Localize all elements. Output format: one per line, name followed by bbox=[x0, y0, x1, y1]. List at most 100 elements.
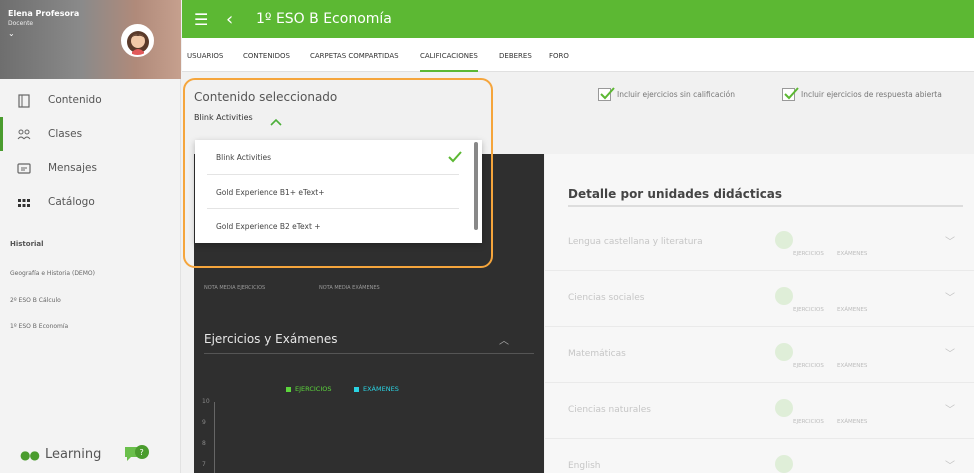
svg-text:?: ? bbox=[140, 448, 144, 457]
chevron-down-icon[interactable]: ⌄ bbox=[8, 29, 15, 38]
exams-label: EXÁMENES bbox=[837, 363, 868, 369]
exercises-label: EJERCICIOS bbox=[793, 307, 824, 313]
people-icon bbox=[17, 127, 31, 141]
course-title: 1º ESO B Economía bbox=[256, 11, 392, 27]
history-title: Historial bbox=[10, 240, 44, 248]
chevron-down-icon[interactable]: ﹀ bbox=[945, 401, 955, 416]
checkbox-icon bbox=[598, 87, 615, 101]
status-dot bbox=[775, 399, 793, 417]
exams-label: EXÁMENES bbox=[837, 419, 868, 425]
book-icon bbox=[17, 93, 31, 108]
unit-name: Matemáticas bbox=[568, 349, 626, 359]
y-tick: 8 bbox=[202, 440, 206, 447]
unit-name: English bbox=[568, 461, 601, 471]
sidebar-item-label: Contenido bbox=[48, 94, 102, 106]
include-open-checkbox[interactable]: Incluir ejercicios de respuesta abierta bbox=[782, 87, 942, 101]
chevron-down-icon[interactable]: ﹀ bbox=[945, 457, 955, 472]
chart-title: Ejercicios y Exámenes bbox=[204, 332, 338, 346]
unit-row[interactable]: Matemáticas EJERCICIOS EXÁMENES ﹀ bbox=[545, 327, 974, 383]
legend-swatch bbox=[354, 386, 359, 392]
dropdown-option[interactable]: Gold Experience B1+ eText+ bbox=[195, 175, 465, 209]
exercises-label: EJERCICIOS bbox=[793, 419, 824, 425]
history-item[interactable]: Geografía e Historia (DEMO) bbox=[10, 270, 95, 277]
menu-icon[interactable]: ☰ bbox=[194, 10, 212, 29]
top-bar: ☰ ‹ 1º ESO B Economía bbox=[182, 0, 974, 38]
history-item[interactable]: 2º ESO B Cálculo bbox=[10, 297, 61, 304]
user-name: Elena Profesora bbox=[8, 9, 80, 18]
divider bbox=[204, 353, 534, 354]
legend-label: EJERCICIOS bbox=[295, 385, 332, 393]
status-dot bbox=[775, 287, 793, 305]
chat-icon[interactable]: ? bbox=[122, 444, 150, 466]
chevron-down-icon[interactable]: ﹀ bbox=[945, 233, 955, 248]
include-ungraded-checkbox[interactable]: Incluir ejercicios sin calificación bbox=[598, 87, 736, 101]
tab-contenidos[interactable]: CONTENIDOS bbox=[243, 38, 290, 72]
legend-exercises: EJERCICIOS bbox=[286, 385, 331, 393]
tab-deberes[interactable]: DEBERES bbox=[499, 38, 532, 72]
sidebar-item-contenido[interactable]: Contenido bbox=[0, 83, 181, 117]
tab-usuarios[interactable]: USUARIOS bbox=[187, 38, 223, 72]
avatar[interactable] bbox=[121, 24, 154, 57]
content-dropdown: Blink Activities Gold Experience B1+ eTe… bbox=[195, 140, 482, 243]
legend-swatch bbox=[286, 386, 291, 392]
exams-label: EXÁMENES bbox=[837, 251, 868, 257]
chevron-up-icon[interactable]: ︿ bbox=[499, 332, 509, 347]
sidebar-item-label: Clases bbox=[48, 128, 83, 140]
unit-row[interactable]: Ciencias naturales EJERCICIOS EXÁMENES ﹀ bbox=[545, 383, 974, 439]
sidebar-item-catalogo[interactable]: Catálogo bbox=[0, 185, 181, 219]
tab-calificaciones[interactable]: CALIFICACIONES bbox=[420, 38, 478, 72]
avg-exams-label: NOTA MEDIA EXÁMENES bbox=[319, 285, 380, 291]
checkbox-label: Incluir ejercicios sin calificación bbox=[617, 90, 736, 99]
back-icon[interactable]: ‹ bbox=[226, 9, 238, 30]
checkbox-icon bbox=[782, 87, 799, 101]
chevron-down-icon[interactable]: ﹀ bbox=[945, 345, 955, 360]
dropdown-option[interactable]: Gold Experience B2 eText + bbox=[195, 209, 465, 243]
message-icon bbox=[17, 161, 31, 175]
y-tick: 9 bbox=[202, 419, 206, 426]
grid-icon bbox=[17, 195, 31, 209]
unit-row[interactable]: English EJERCICIOS EXÁMENES ﹀ bbox=[545, 439, 974, 473]
status-dot bbox=[775, 231, 793, 249]
status-dot bbox=[775, 343, 793, 361]
sidebar-item-label: Catálogo bbox=[48, 196, 95, 208]
exercises-label: EJERCICIOS bbox=[793, 363, 824, 369]
legend-label: EXÁMENES bbox=[363, 385, 399, 393]
brand-logo: ●● Learning bbox=[20, 447, 101, 462]
chevron-down-icon[interactable]: ﹀ bbox=[945, 289, 955, 304]
sidebar-item-clases[interactable]: Clases bbox=[0, 117, 181, 151]
checkbox-label: Incluir ejercicios de respuesta abierta bbox=[801, 90, 942, 99]
detail-title: Detalle por unidades didácticas bbox=[568, 187, 783, 201]
unit-name: Ciencias naturales bbox=[568, 405, 651, 415]
avg-exercises-label: NOTA MEDIA EJERCICIOS bbox=[204, 285, 266, 291]
history-item[interactable]: 1º ESO B Economía bbox=[10, 323, 68, 330]
brand-name: Learning bbox=[44, 447, 102, 462]
unit-name: Lengua castellana y literatura bbox=[568, 237, 703, 247]
tab-foro[interactable]: FORO bbox=[549, 38, 569, 72]
y-axis bbox=[214, 402, 215, 473]
dots-icon: ●● bbox=[20, 447, 40, 462]
exams-label: EXÁMENES bbox=[837, 307, 868, 313]
content-selector-heading: Contenido seleccionado bbox=[194, 90, 338, 104]
divider bbox=[568, 205, 963, 207]
scrollbar[interactable] bbox=[474, 142, 478, 230]
dropdown-option[interactable]: Blink Activities bbox=[195, 140, 465, 174]
user-role: Docente bbox=[8, 20, 34, 27]
check-icon bbox=[448, 148, 462, 163]
y-tick: 10 bbox=[202, 398, 210, 405]
legend-exams: EXÁMENES bbox=[354, 385, 399, 393]
sidebar-item-mensajes[interactable]: Mensajes bbox=[0, 151, 181, 185]
exercises-label: EJERCICIOS bbox=[793, 251, 824, 257]
unit-row[interactable]: Ciencias sociales EJERCICIOS EXÁMENES ﹀ bbox=[545, 271, 974, 327]
detail-panel: Detalle por unidades didácticas Lengua c… bbox=[545, 154, 974, 473]
status-dot bbox=[775, 455, 793, 473]
tab-carpetas-compartidas[interactable]: CARPETAS COMPARTIDAS bbox=[310, 38, 399, 72]
tab-bar: USUARIOS CONTENIDOS CARPETAS COMPARTIDAS… bbox=[182, 38, 974, 72]
sidebar: Elena Profesora Docente ⌄ Contenido Clas… bbox=[0, 0, 181, 473]
sidebar-item-label: Mensajes bbox=[48, 162, 97, 174]
chevron-up-icon[interactable] bbox=[270, 112, 282, 126]
content-selector-value[interactable]: Blink Activities bbox=[194, 113, 253, 122]
unit-name: Ciencias sociales bbox=[568, 293, 645, 303]
y-tick: 7 bbox=[202, 461, 206, 468]
user-profile[interactable]: Elena Profesora Docente ⌄ bbox=[0, 0, 181, 79]
unit-row[interactable]: Lengua castellana y literatura EJERCICIO… bbox=[545, 215, 974, 271]
